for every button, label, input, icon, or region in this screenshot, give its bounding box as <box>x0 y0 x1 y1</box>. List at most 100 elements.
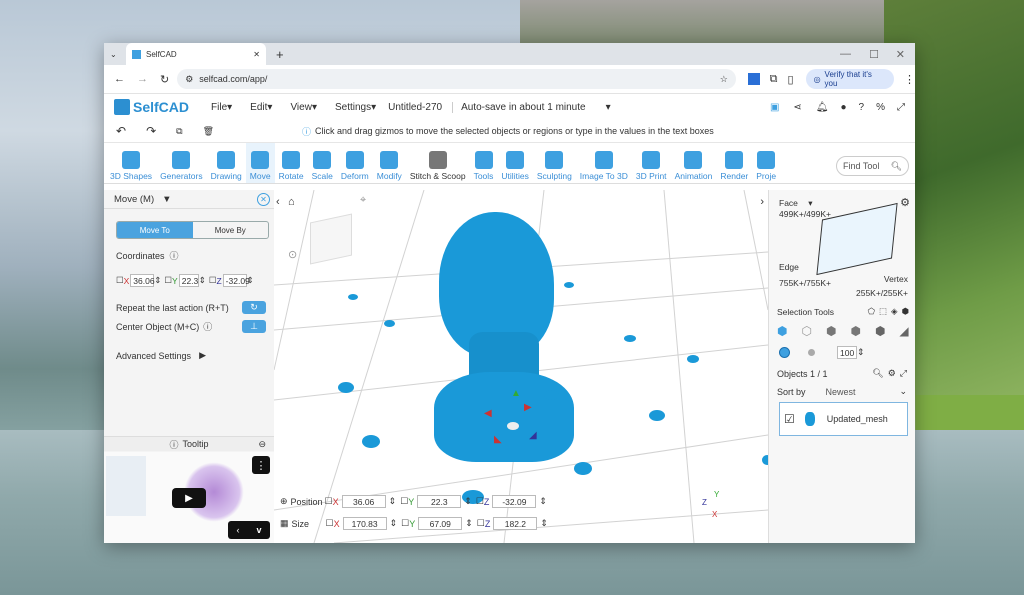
tool-sculpting[interactable]: Sculpting <box>533 143 576 183</box>
vimeo-bar[interactable]: ‹ v <box>228 521 270 539</box>
gizmo-left-icon[interactable]: ◀ <box>484 408 492 419</box>
objects-search-icon[interactable]: 🔍︎ <box>872 368 883 379</box>
gizmo-center-icon[interactable] <box>507 422 519 430</box>
3d-viewport[interactable]: ⌂ ‹ › ⊙ ⌖ ▲ ◀ ▶ ◣ ◢ Y Z X ⊕ Position ☐ X… <box>274 190 768 543</box>
redo-icon[interactable]: ↷ <box>146 124 156 138</box>
gizmo-back-icon[interactable]: ◢ <box>529 430 537 441</box>
size-y-stepper-icon[interactable]: ⇕ <box>465 518 473 529</box>
position-z-checkbox[interactable]: ☐ <box>476 496 484 507</box>
find-tool-input[interactable]: Find Tool 🔍︎ <box>836 156 909 176</box>
menu-settings[interactable]: Settings▾ <box>335 102 376 113</box>
size-x-stepper-icon[interactable]: ⇕ <box>390 518 398 529</box>
center-info-icon[interactable]: ⓘ <box>203 320 212 333</box>
viewport-collapse-right-icon[interactable]: › <box>760 196 764 208</box>
tool-rotate[interactable]: Rotate <box>275 143 308 183</box>
move-by-tab[interactable]: Move By <box>193 222 269 238</box>
size-z-input[interactable]: 182.2 <box>493 517 538 530</box>
bust-mesh[interactable]: ▲ ◀ ▶ ◣ ◢ <box>429 212 574 467</box>
brush-stepper-icon[interactable]: ⇕ <box>857 347 865 358</box>
gizmo-front-icon[interactable]: ◣ <box>494 434 502 445</box>
back-icon[interactable]: ← <box>114 73 125 85</box>
coordinates-info-icon[interactable]: ⓘ <box>170 249 179 262</box>
position-z-input[interactable]: -32.09 <box>492 495 537 508</box>
position-x-stepper-icon[interactable]: ⇕ <box>389 496 397 507</box>
position-y-input[interactable]: 22.3 <box>417 495 462 508</box>
objects-settings-icon[interactable]: ⚙ <box>888 368 896 379</box>
tool-drawing[interactable]: Drawing <box>207 143 246 183</box>
advanced-settings-label[interactable]: Advanced Settings <box>116 351 191 361</box>
size-z-stepper-icon[interactable]: ⇕ <box>540 518 548 529</box>
repeat-button[interactable]: ↻ <box>242 301 266 314</box>
rect-select-icon[interactable]: ⬚ <box>879 306 887 317</box>
tool-animation[interactable]: Animation <box>671 143 717 183</box>
select-faces-icon[interactable]: ⬢ <box>826 324 836 338</box>
advanced-expand-icon[interactable]: ▶ <box>199 350 206 361</box>
position-z-stepper-icon[interactable]: ⇕ <box>539 496 547 507</box>
search-icon[interactable]: 🔍︎ <box>891 161 902 172</box>
split-icon[interactable]: ▯ <box>788 73 794 86</box>
menu-edit[interactable]: Edit▾ <box>250 102 272 113</box>
notifications-icon[interactable]: 🔔︎ <box>816 102 829 113</box>
z-stepper-icon[interactable]: ⇕ <box>247 275 254 286</box>
play-button[interactable]: ▶ <box>172 488 206 508</box>
gizmo-right-icon[interactable]: ▶ <box>524 402 532 413</box>
z-checkbox[interactable]: ☐ <box>209 275 217 286</box>
help-icon[interactable]: ? <box>859 102 865 113</box>
y-stepper-icon[interactable]: ⇕ <box>199 275 206 286</box>
tool-render[interactable]: Render <box>716 143 752 183</box>
tool-scale[interactable]: Scale <box>308 143 337 183</box>
select-object-icon[interactable]: ⬢ <box>777 324 787 338</box>
sort-dropdown-icon[interactable]: ⌄ <box>899 386 907 397</box>
select-wireframe-icon[interactable]: ⬡ <box>801 324 811 338</box>
bookmark-star-icon[interactable]: ☆ <box>720 74 728 85</box>
tutorial-video[interactable]: ▶ ⋮ ‹ v <box>104 452 274 543</box>
tool-generators[interactable]: Generators <box>156 143 207 183</box>
extensions-puzzle-icon[interactable]: ⧉ <box>770 73 778 86</box>
object-list-item[interactable]: ☑ Updated_mesh <box>779 402 908 436</box>
move-to-tab[interactable]: Move To <box>117 222 193 238</box>
tab-list-chevron-icon[interactable]: ⌄ <box>110 50 117 59</box>
object-select-icon[interactable]: ⬢ <box>902 306 909 317</box>
select-edges-icon[interactable]: ⬢ <box>850 324 860 338</box>
extension-m-icon[interactable] <box>747 73 760 85</box>
minimize-icon[interactable]: — <box>840 48 851 60</box>
maximize-icon[interactable]: ☐ <box>869 48 879 61</box>
x-checkbox[interactable]: ☐ <box>116 275 124 286</box>
tool-3d-print[interactable]: 3D Print <box>632 143 671 183</box>
browser-menu-icon[interactable]: ⋮ <box>904 73 915 86</box>
tool-deform[interactable]: Deform <box>337 143 373 183</box>
position-y-stepper-icon[interactable]: ⇕ <box>464 496 472 507</box>
camera-orbit-icon[interactable]: ⊙ <box>288 248 297 261</box>
y-checkbox[interactable]: ☐ <box>164 275 172 286</box>
verify-button[interactable]: ◎ Verify that it's you <box>805 69 895 89</box>
brush-size-input[interactable]: 100 <box>837 346 857 359</box>
size-z-checkbox[interactable]: ☐ <box>477 518 485 529</box>
document-name[interactable]: Untitled-270 <box>388 102 442 113</box>
center-object-button[interactable]: ⊥ <box>242 320 266 333</box>
tool-project[interactable]: Proje <box>752 143 780 183</box>
position-y-checkbox[interactable]: ☐ <box>400 496 408 507</box>
sort-select[interactable]: Newest <box>826 387 856 397</box>
delete-icon[interactable]: 🗑︎ <box>203 126 214 137</box>
view-cube[interactable] <box>310 213 352 265</box>
brush-large-icon[interactable] <box>779 347 790 358</box>
autosave-dropdown-icon[interactable]: ▾ <box>606 102 611 113</box>
light-icon[interactable]: ⌖ <box>360 194 366 207</box>
tooltip-collapse-icon[interactable]: ⊖ <box>258 439 266 450</box>
size-y-checkbox[interactable]: ☐ <box>401 518 409 529</box>
size-x-checkbox[interactable]: ☐ <box>326 518 334 529</box>
units-icon[interactable]: % <box>876 102 885 113</box>
new-tab-icon[interactable]: + <box>276 47 284 62</box>
tool-modify[interactable]: Modify <box>373 143 406 183</box>
gizmo-up-icon[interactable]: ▲ <box>511 388 521 399</box>
panel-settings-gear-icon[interactable]: ⚙ <box>900 196 910 209</box>
select-solid-icon[interactable]: ⬢ <box>875 324 885 338</box>
tool-3d-shapes[interactable]: 3D Shapes <box>106 143 156 183</box>
tool-image-to-3d[interactable]: Image To 3D <box>576 143 632 183</box>
site-info-icon[interactable]: ⚙ <box>185 74 193 85</box>
paint-select-icon[interactable]: ◈ <box>891 306 898 317</box>
face-dropdown-icon[interactable]: ▾ <box>808 198 812 208</box>
video-menu-button[interactable]: ⋮ <box>252 456 270 474</box>
close-tab-icon[interactable]: ✕ <box>253 50 260 59</box>
brush-small-icon[interactable] <box>808 349 815 356</box>
